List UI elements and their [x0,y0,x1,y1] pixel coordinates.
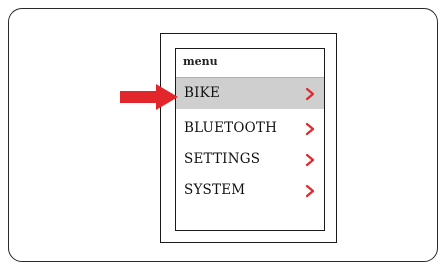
chevron-right-icon [304,152,316,167]
chevron-right-icon [304,86,316,101]
menu-item-label: SYSTEM [184,182,246,198]
menu-item-settings[interactable]: SETTINGS [176,144,324,175]
display-screen: menu BIKE BLUETOOTH SETTINGS SYSTEM [175,48,325,231]
menu-item-label: BIKE [184,85,220,101]
menu-title: menu [183,55,218,68]
menu-item-label: BLUETOOTH [184,120,278,136]
arrow-right-icon [120,84,178,110]
menu-item-bike[interactable]: BIKE [176,78,324,109]
menu-item-label: SETTINGS [184,151,261,167]
chevron-right-icon [304,121,316,136]
menu-item-system[interactable]: SYSTEM [176,175,324,206]
chevron-right-icon [304,183,316,198]
menu-item-bluetooth[interactable]: BLUETOOTH [176,113,324,144]
